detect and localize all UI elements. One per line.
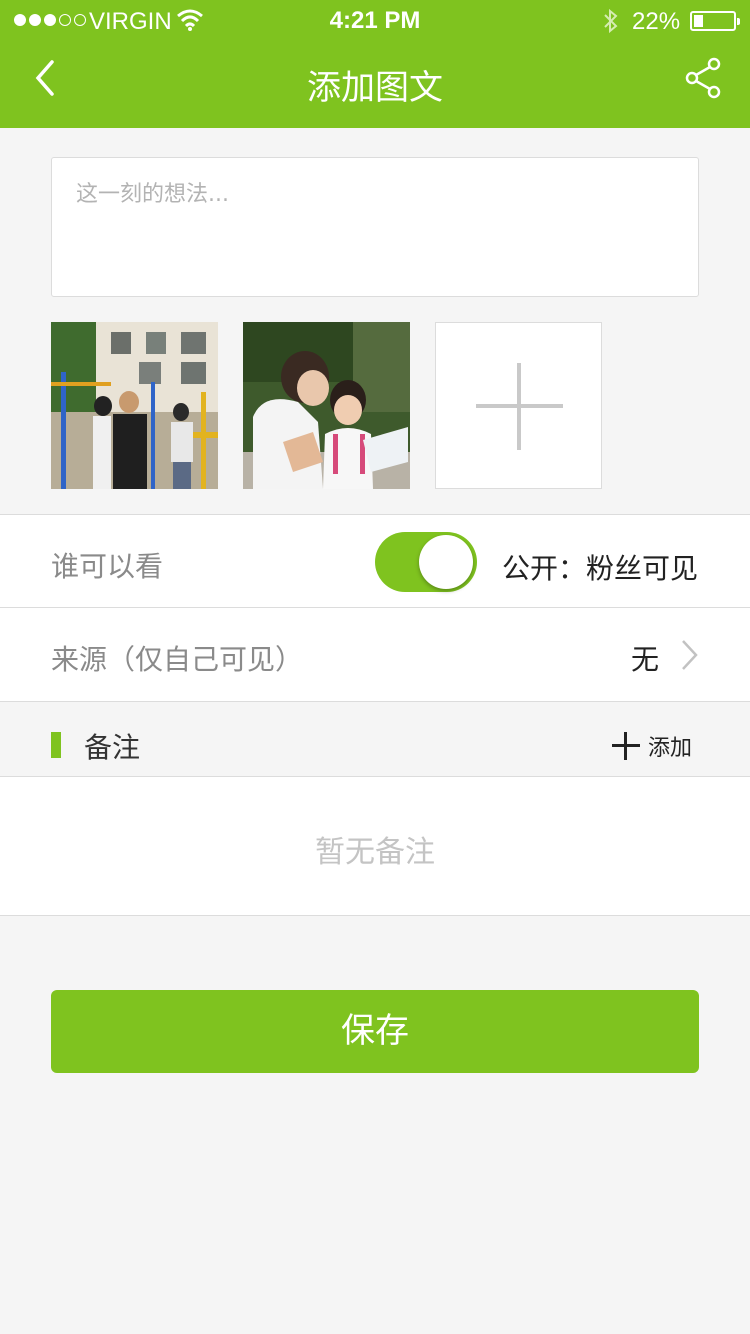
chevron-right-icon [682,640,698,670]
status-bar: VIRGIN 4:21 PM 22% [0,0,750,40]
toggle-knob [419,535,473,589]
photo-thumbnail[interactable] [243,322,410,489]
visibility-toggle[interactable] [375,532,477,592]
add-note-button[interactable]: 添加 [612,728,692,764]
add-note-label: 添加 [648,736,693,761]
notes-title: 备注 [84,731,141,764]
share-icon[interactable] [684,56,724,100]
source-row[interactable]: 来源（仅自己可见） 无 [0,608,750,702]
section-accent-bar [51,732,61,758]
visibility-value: 公开：粉丝可见 [501,552,698,585]
battery-percent: 22% [632,8,681,35]
save-button[interactable]: 保存 [51,990,699,1073]
thought-input[interactable]: 这一刻的想法... [51,157,699,297]
source-label: 来源（仅自己可见） [51,643,304,676]
plus-icon [612,732,640,760]
empty-notes-text: 暂无备注 [315,835,435,870]
navigation-bar: VIRGIN 4:21 PM 22% 添加图文 [0,0,750,128]
notes-list: 暂无备注 [0,776,750,916]
source-value: 无 [631,643,660,676]
add-photo-button[interactable] [435,322,602,489]
visibility-label: 谁可以看 [51,550,164,583]
page-title: 添加图文 [307,68,443,108]
photo-reading-image [243,322,410,489]
visibility-row: 谁可以看 公开：粉丝可见 [0,514,750,608]
photo-thumbnail[interactable] [51,322,218,489]
battery-icon [690,11,740,31]
notes-section-header: 备注 添加 [0,702,750,776]
bluetooth-icon [604,8,618,34]
photo-playground-image [51,322,218,489]
